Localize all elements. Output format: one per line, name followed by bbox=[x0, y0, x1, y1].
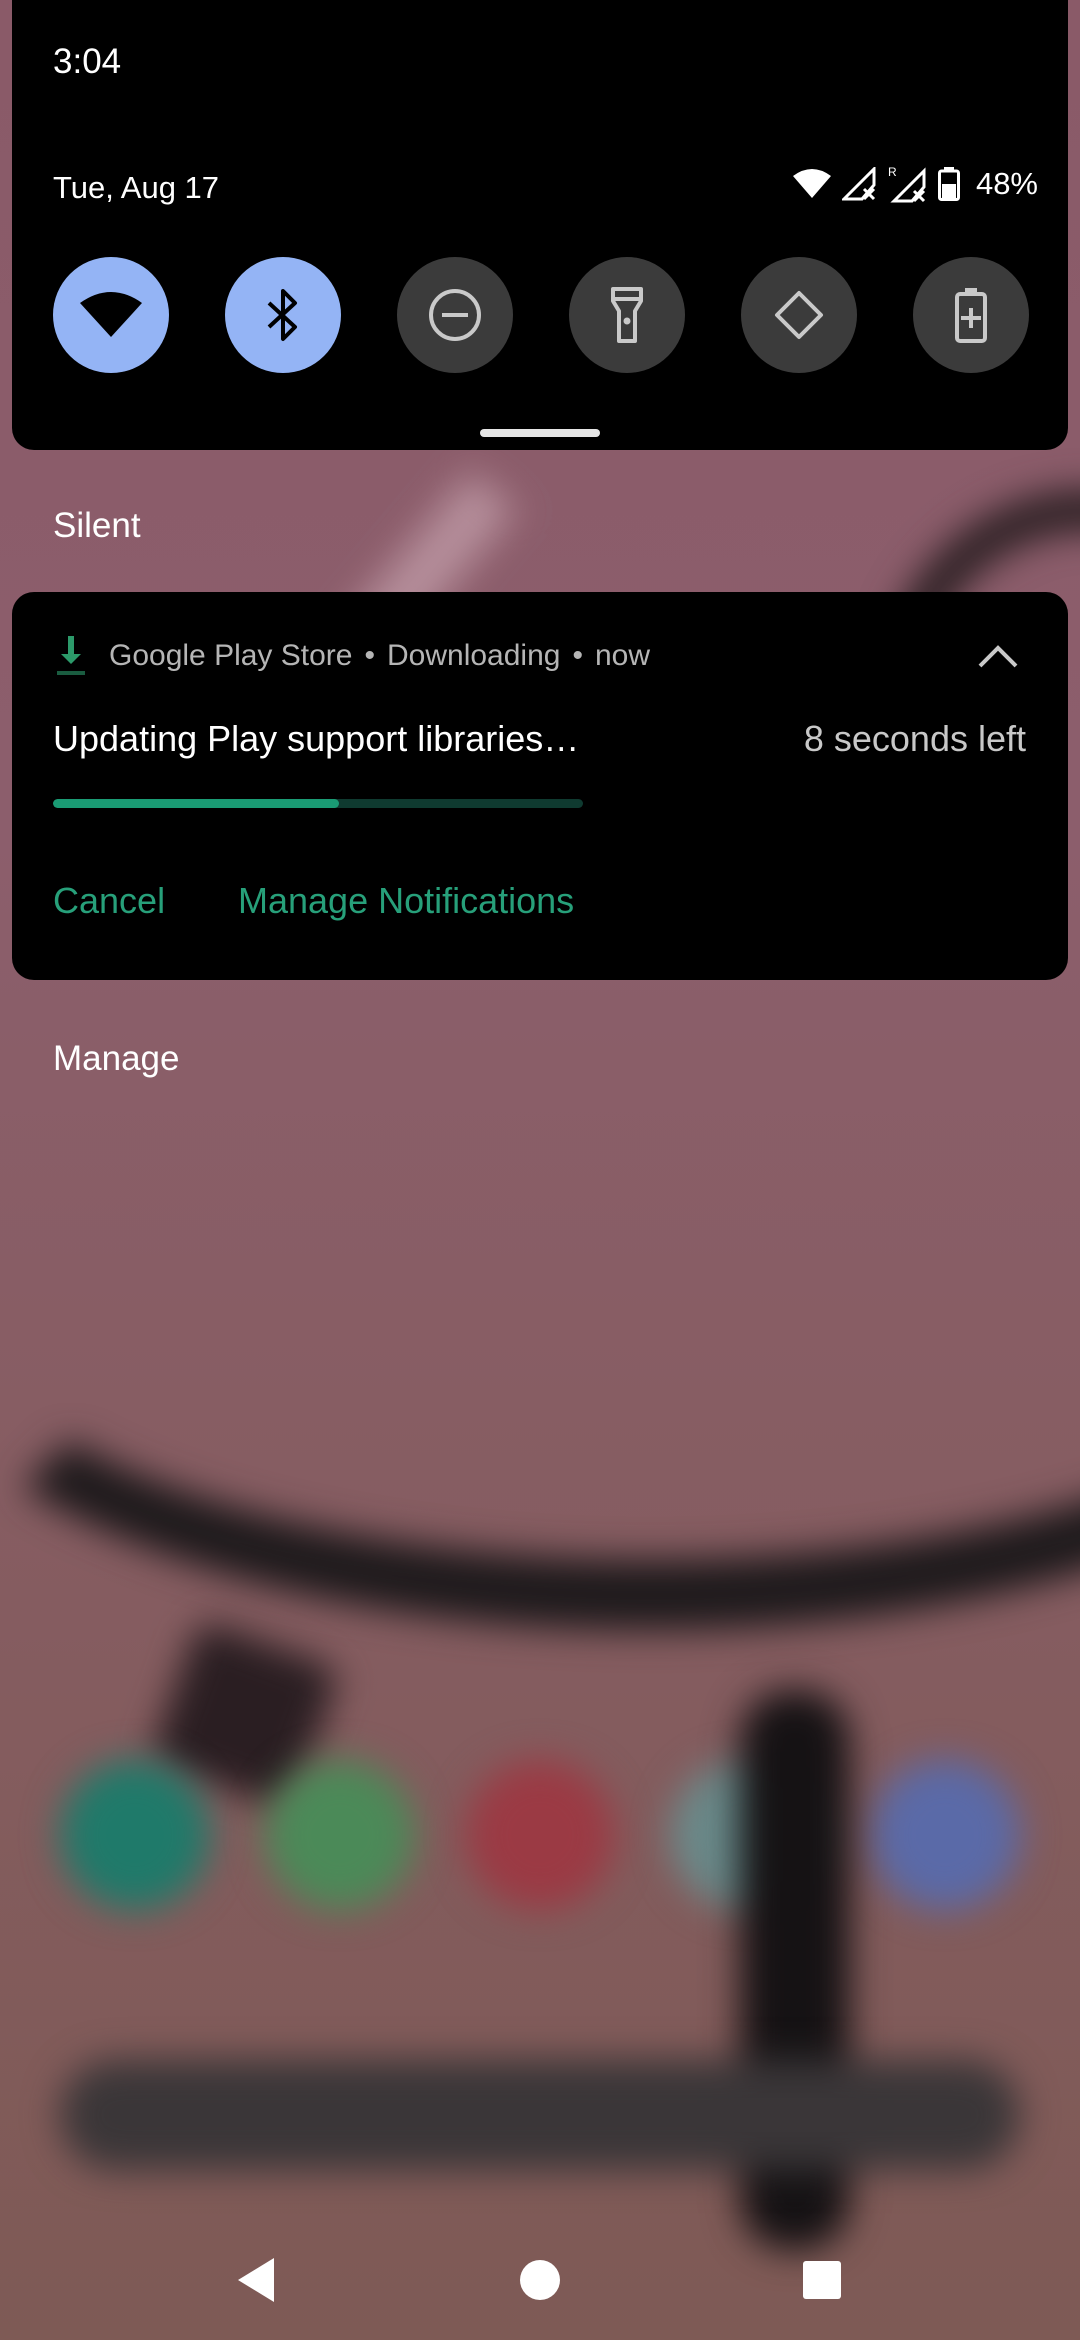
download-icon bbox=[57, 636, 85, 675]
header-separator: • bbox=[572, 639, 583, 672]
auto-rotate-tile[interactable] bbox=[741, 257, 857, 373]
header-separator: • bbox=[364, 639, 375, 672]
collapse-chevron-icon[interactable] bbox=[976, 642, 1020, 670]
bluetooth-icon bbox=[267, 289, 297, 341]
home-icon bbox=[520, 2260, 560, 2300]
svg-text:R: R bbox=[888, 165, 897, 179]
battery-percentage: 48% bbox=[975, 166, 1038, 201]
battery-icon bbox=[937, 167, 960, 201]
download-progress-bar bbox=[53, 799, 583, 808]
time-remaining: 8 seconds left bbox=[803, 718, 1026, 759]
quick-settings-panel: 3:04 Tue, Aug 17 R 48% bbox=[12, 0, 1068, 450]
do-not-disturb-tile[interactable] bbox=[397, 257, 513, 373]
wifi-icon bbox=[792, 169, 831, 198]
manage-button[interactable]: Manage bbox=[53, 1039, 179, 1079]
notification-category: Downloading bbox=[387, 639, 561, 672]
home-button[interactable] bbox=[510, 2250, 570, 2310]
do-not-disturb-icon bbox=[429, 289, 481, 341]
manage-notifications-button[interactable]: Manage Notifications bbox=[238, 880, 574, 922]
bluetooth-tile[interactable] bbox=[225, 257, 341, 373]
battery-saver-icon bbox=[955, 288, 987, 343]
clock: 3:04 bbox=[53, 42, 122, 81]
flashlight-tile[interactable] bbox=[569, 257, 685, 373]
roaming-signal-x-icon: R bbox=[888, 165, 926, 203]
cancel-button[interactable]: Cancel bbox=[53, 880, 165, 922]
back-icon bbox=[238, 2258, 274, 2302]
panel-drag-handle[interactable] bbox=[480, 429, 600, 437]
navigation-bar bbox=[0, 2230, 1080, 2340]
notification-title: Updating Play support libraries… bbox=[53, 718, 580, 759]
signal-x-icon bbox=[841, 167, 876, 201]
notification-time: now bbox=[594, 639, 651, 672]
status-icons: R 48% bbox=[792, 165, 1038, 203]
back-button[interactable] bbox=[226, 2250, 286, 2310]
recents-button[interactable] bbox=[792, 2250, 852, 2310]
notification-header: Google Play Store • Downloading • now bbox=[53, 636, 650, 676]
quick-settings-tiles bbox=[53, 257, 1029, 373]
auto-rotate-icon bbox=[775, 291, 823, 339]
battery-saver-tile[interactable] bbox=[913, 257, 1029, 373]
wifi-icon bbox=[80, 292, 142, 337]
wifi-tile[interactable] bbox=[53, 257, 169, 373]
notification-app-name: Google Play Store bbox=[109, 639, 353, 672]
date-label[interactable]: Tue, Aug 17 bbox=[53, 170, 219, 206]
flashlight-icon bbox=[611, 287, 643, 343]
recents-icon bbox=[803, 2261, 841, 2299]
download-notification[interactable]: Google Play Store • Downloading • now Up… bbox=[12, 592, 1068, 980]
progress-fill bbox=[53, 799, 340, 808]
silent-section-header: Silent bbox=[53, 506, 141, 545]
